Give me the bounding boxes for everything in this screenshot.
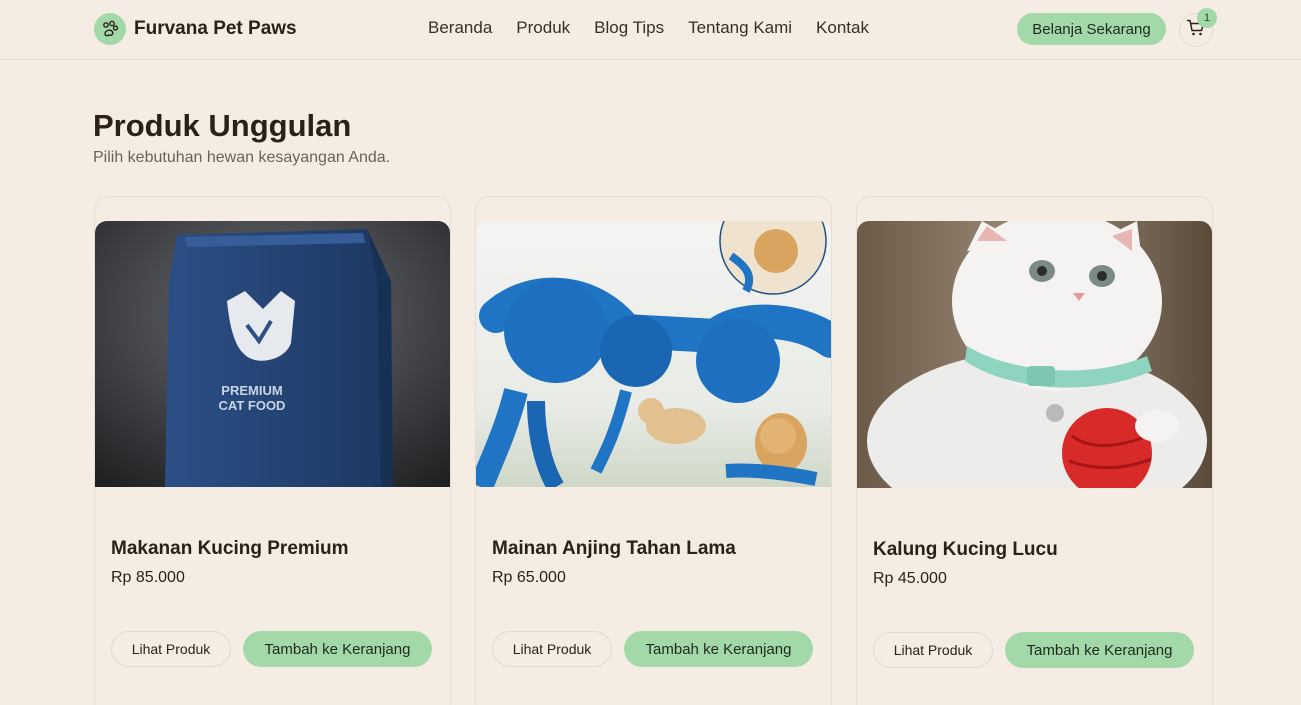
nav-link-beranda[interactable]: Beranda: [428, 18, 492, 38]
view-product-button[interactable]: Lihat Produk: [873, 632, 993, 668]
product-image-cat-food[interactable]: [95, 221, 450, 487]
section-title: Produk Unggulan: [93, 108, 352, 143]
site-header: Furvana Pet Paws Beranda Produk Blog Tip…: [0, 0, 1301, 60]
view-product-button[interactable]: Lihat Produk: [492, 631, 612, 667]
product-image-dog-toy[interactable]: [476, 221, 831, 487]
cart-count-badge: 1: [1197, 8, 1217, 28]
bag-label: PREMIUM CAT FOOD: [218, 383, 286, 413]
shop-now-button[interactable]: Belanja Sekarang: [1017, 13, 1166, 45]
product-price: Rp 45.000: [873, 570, 947, 587]
view-product-button[interactable]: Lihat Produk: [111, 631, 231, 667]
add-to-cart-button[interactable]: Tambah ke Keranjang: [624, 631, 813, 667]
main-nav: Beranda Produk Blog Tips Tentang Kami Ko…: [428, 18, 869, 38]
product-card: Kalung Kucing Lucu Rp 45.000 Lihat Produ…: [856, 196, 1213, 705]
nav-link-kontak[interactable]: Kontak: [816, 18, 869, 38]
product-image-cat-collar[interactable]: [857, 221, 1212, 488]
product-name: Kalung Kucing Lucu: [873, 539, 1058, 560]
product-card: Mainan Anjing Tahan Lama Rp 65.000 Lihat…: [475, 196, 832, 705]
product-price: Rp 85.000: [111, 569, 185, 586]
add-to-cart-button[interactable]: Tambah ke Keranjang: [1005, 632, 1194, 668]
nav-link-produk[interactable]: Produk: [516, 18, 570, 38]
product-name: Mainan Anjing Tahan Lama: [492, 538, 736, 559]
product-card: PREMIUM CAT FOOD Makanan Kucing Premium …: [94, 196, 451, 705]
section-subtitle: Pilih kebutuhan hewan kesayangan Anda.: [93, 149, 391, 166]
product-price: Rp 65.000: [492, 569, 566, 586]
paw-icon: [94, 13, 126, 45]
nav-link-blog-tips[interactable]: Blog Tips: [594, 18, 664, 38]
nav-link-tentang-kami[interactable]: Tentang Kami: [688, 18, 792, 38]
logo[interactable]: Furvana Pet Paws: [94, 13, 297, 45]
add-to-cart-button[interactable]: Tambah ke Keranjang: [243, 631, 432, 667]
product-name: Makanan Kucing Premium: [111, 538, 349, 559]
brand-name: Furvana Pet Paws: [134, 18, 297, 39]
